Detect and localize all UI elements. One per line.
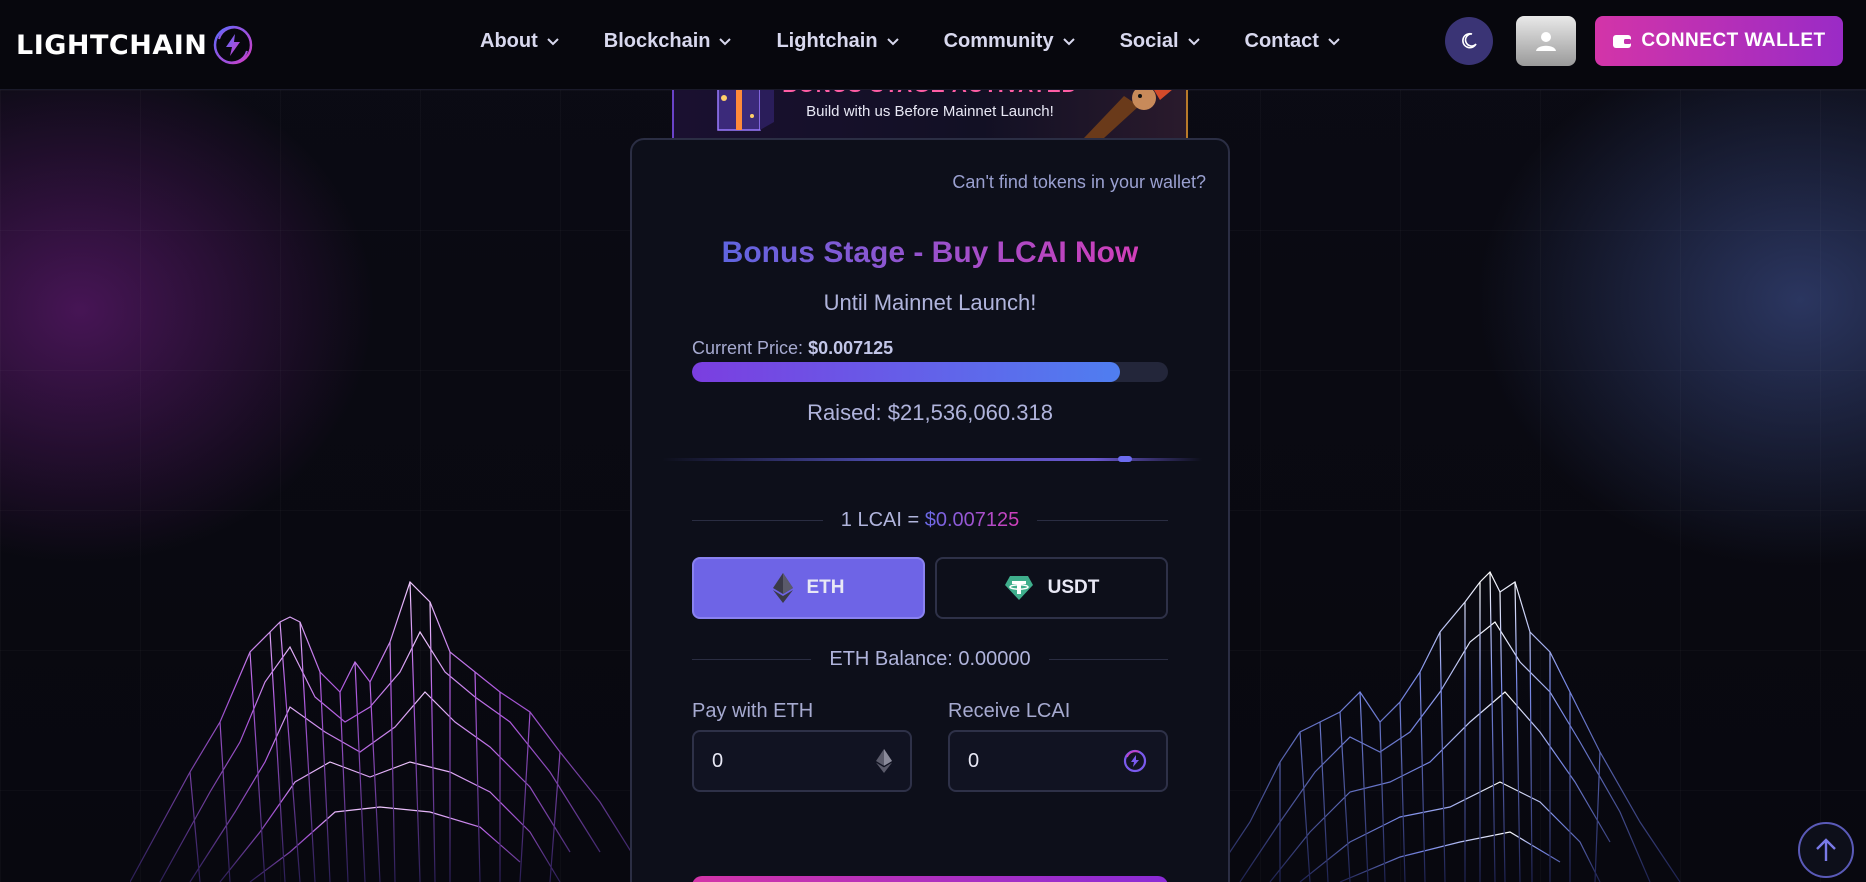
tether-icon <box>1004 576 1033 600</box>
wireframe-mountain-right <box>1210 570 1681 882</box>
moon-icon <box>1462 32 1477 49</box>
token-tab-eth-label: ETH <box>806 577 845 598</box>
missing-tokens-link[interactable]: Can't find tokens in your wallet? <box>952 172 1206 193</box>
divider-line <box>692 658 812 660</box>
nav-contact-label: Contact <box>1244 29 1319 52</box>
nav-community-label: Community <box>943 29 1054 52</box>
section-divider <box>662 456 1202 462</box>
current-price-label: Current Price: <box>692 338 804 358</box>
receive-label: Receive LCAI <box>948 700 1071 722</box>
pay-amount-value: 0 <box>712 749 724 772</box>
receive-amount-value: 0 <box>968 749 980 772</box>
nav-lightchain-label: Lightchain <box>776 29 878 52</box>
pay-amount-input[interactable]: 0 <box>692 730 912 792</box>
exchange-rate: 1 LCAI = $0.007125 <box>841 509 1019 532</box>
chevron-down-icon <box>719 38 732 46</box>
ethereum-icon <box>772 573 793 603</box>
divider-line <box>1037 519 1169 521</box>
arrow-up-icon <box>1816 838 1836 861</box>
exchange-rate-value: $0.007125 <box>924 508 1020 531</box>
wallet-icon <box>1613 35 1632 48</box>
user-icon <box>1536 32 1556 51</box>
divider-line <box>692 519 823 521</box>
scroll-to-top-button[interactable] <box>1798 822 1854 878</box>
chevron-down-icon <box>886 38 899 46</box>
brand-name: LIGHTCHAIN <box>16 29 208 61</box>
raised-amount: Raised: $21,536,060.318 <box>807 400 1053 425</box>
nav-community[interactable]: Community <box>944 30 1076 53</box>
pay-label: Pay with ETH <box>692 700 814 722</box>
presale-card: Can't find tokens in your wallet? Bonus … <box>630 138 1230 882</box>
lightning-bolt-icon <box>214 25 253 65</box>
profile-button[interactable] <box>1516 16 1576 66</box>
presale-title-text: Bonus Stage - Buy LCAI Now <box>721 236 1139 269</box>
nav-blockchain[interactable]: Blockchain <box>604 30 733 53</box>
balance-row: ETH Balance: 0.00000 <box>692 644 1168 674</box>
buy-button[interactable] <box>692 876 1168 882</box>
main-nav: About Blockchain Lightchain Community So… <box>480 0 1385 82</box>
brand-logo[interactable]: LIGHTCHAIN <box>16 22 255 68</box>
theme-toggle-button[interactable] <box>1445 17 1493 65</box>
nav-blockchain-label: Blockchain <box>603 29 711 52</box>
payment-token-selector: ETH USDT <box>692 557 1168 619</box>
chevron-down-icon <box>1062 38 1075 46</box>
chevron-down-icon <box>1328 38 1340 46</box>
token-tab-usdt-label: USDT <box>1047 577 1100 598</box>
nav-social-label: Social <box>1119 29 1179 52</box>
nav-about[interactable]: About <box>480 30 560 53</box>
presale-title: Bonus Stage - Buy LCAI Now <box>632 236 1228 270</box>
raise-progress-bar <box>692 362 1168 382</box>
nav-about-label: About <box>480 29 538 52</box>
current-price: Current Price: $0.007125 <box>692 338 893 359</box>
presale-subtitle: Until Mainnet Launch! <box>823 290 1037 315</box>
connect-wallet-label: CONNECT WALLET <box>1641 30 1826 51</box>
current-price-value: $0.007125 <box>808 338 894 358</box>
connect-wallet-button[interactable]: CONNECT WALLET <box>1595 16 1843 66</box>
eth-balance: ETH Balance: 0.00000 <box>829 647 1031 670</box>
raise-progress-fill <box>692 362 1121 382</box>
token-tab-usdt[interactable]: USDT <box>935 557 1168 619</box>
chevron-down-icon <box>1187 38 1200 46</box>
chevron-down-icon <box>547 38 559 46</box>
wireframe-mountain-left <box>130 580 650 882</box>
top-navbar: LIGHTCHAIN About Blockchain Lightchain C… <box>0 0 1866 90</box>
ethereum-icon <box>876 749 892 773</box>
exchange-rate-row: 1 LCAI = $0.007125 <box>692 505 1169 535</box>
token-tab-eth[interactable]: ETH <box>692 557 925 619</box>
nav-lightchain[interactable]: Lightchain <box>776 30 899 53</box>
exchange-rate-prefix: 1 LCAI = <box>840 508 925 531</box>
nav-social[interactable]: Social <box>1120 30 1201 53</box>
receive-amount-input[interactable]: 0 <box>948 730 1168 792</box>
divider-line <box>1048 658 1168 660</box>
nav-contact[interactable]: Contact <box>1245 30 1341 53</box>
lcai-token-icon <box>1123 749 1147 773</box>
